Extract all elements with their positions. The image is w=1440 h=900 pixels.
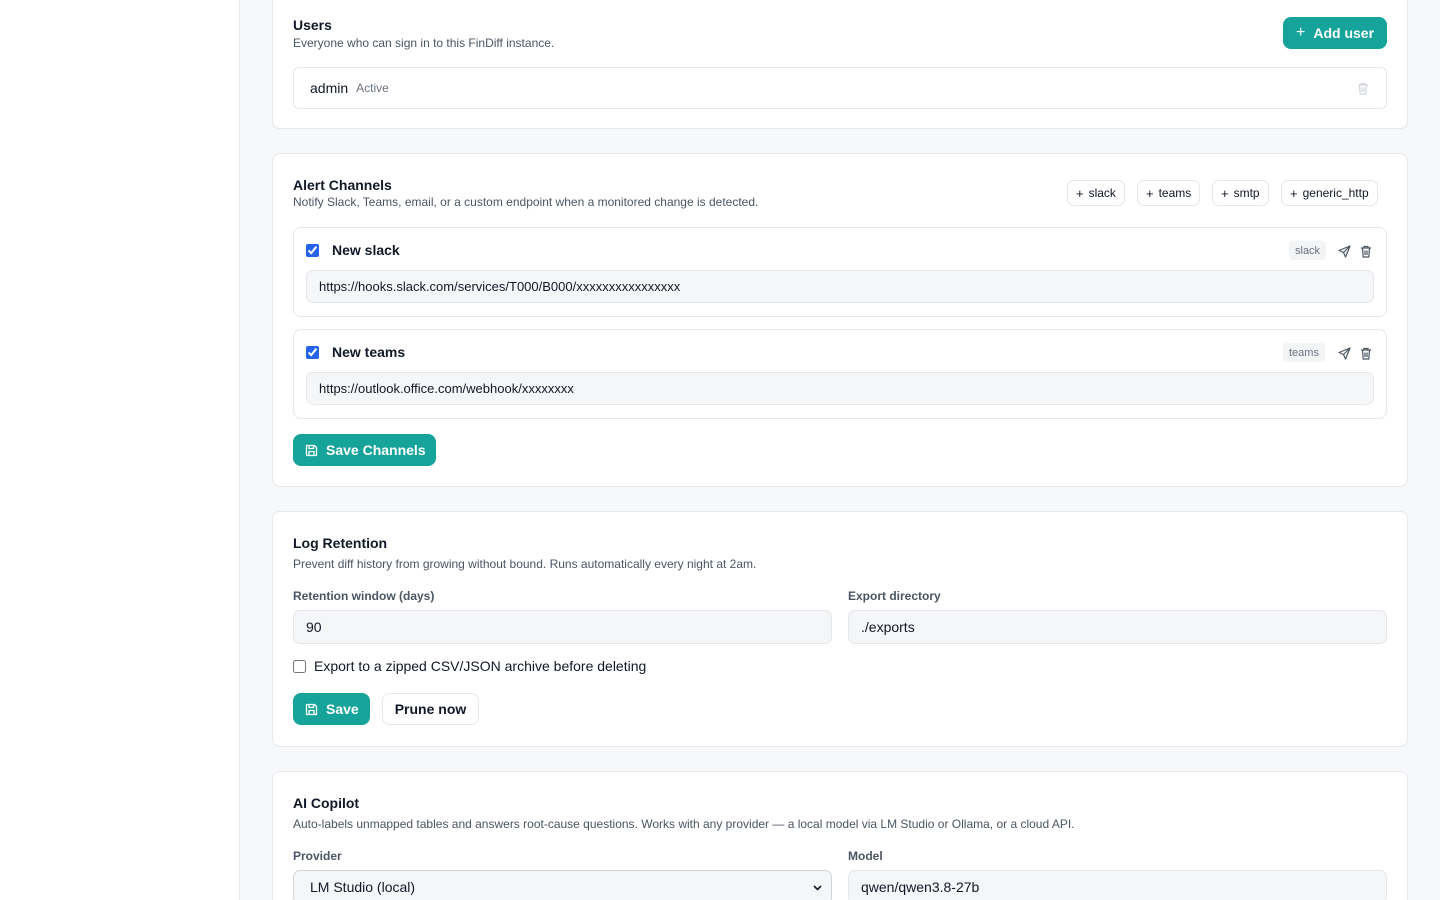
channel-name: New teams: [332, 344, 406, 360]
provider-value: LM Studio (local): [310, 879, 416, 895]
save-retention-button[interactable]: Save: [293, 693, 370, 725]
plus-icon: +: [1146, 185, 1154, 201]
save-channels-button[interactable]: Save Channels: [293, 434, 436, 466]
export-archive-label: Export to a zipped CSV/JSON archive befo…: [314, 658, 647, 674]
channel-type-badge: slack: [1289, 241, 1327, 260]
ai-copilot-card: AI Copilot Auto-labels unmapped tables a…: [272, 771, 1408, 900]
retention-window-input[interactable]: 90: [293, 610, 832, 644]
channel-enabled-checkbox[interactable]: [306, 346, 319, 359]
prune-now-label: Prune now: [394, 701, 467, 717]
add-slack-chip[interactable]: + slack: [1067, 180, 1125, 206]
plus-icon: +: [1076, 185, 1084, 201]
save-icon: [305, 703, 318, 716]
save-channels-label: Save Channels: [326, 442, 426, 458]
log-retention-title: Log Retention: [293, 535, 388, 551]
channel-type-badge: teams: [1283, 343, 1325, 362]
trash-icon[interactable]: [1359, 346, 1373, 360]
channel-card-slack: New slack slack https://hooks.slack.com/…: [293, 227, 1387, 317]
chip-label: smtp: [1233, 186, 1260, 200]
send-icon[interactable]: [1337, 244, 1351, 258]
chip-label: slack: [1088, 186, 1116, 200]
users-title: Users: [293, 17, 332, 33]
model-input[interactable]: qwen/qwen3.8-27b: [848, 870, 1387, 900]
export-directory-input[interactable]: ./exports: [848, 610, 1387, 644]
add-user-button[interactable]: + Add user: [1283, 17, 1387, 49]
prune-now-button[interactable]: Prune now: [382, 693, 479, 725]
user-status-badge: Active: [356, 81, 389, 95]
log-retention-description: Prevent diff history from growing withou…: [293, 557, 757, 571]
channel-url-input[interactable]: https://outlook.office.com/webhook/xxxxx…: [306, 372, 1374, 405]
settings-main: Users Everyone who can sign in to this F…: [240, 0, 1440, 900]
alert-channels-description: Notify Slack, Teams, email, or a custom …: [293, 195, 759, 209]
alert-channels-title: Alert Channels: [293, 177, 392, 193]
sidebar: [0, 0, 240, 900]
alert-channels-card: Alert Channels Notify Slack, Teams, emai…: [272, 153, 1408, 487]
ai-copilot-title: AI Copilot: [293, 795, 360, 811]
save-icon: [305, 444, 318, 457]
save-retention-label: Save: [326, 701, 359, 717]
plus-icon: +: [1290, 185, 1298, 201]
add-user-label: Add user: [1313, 25, 1375, 41]
export-directory-label: Export directory: [848, 589, 941, 603]
channel-url-input[interactable]: https://hooks.slack.com/services/T000/B0…: [306, 270, 1374, 303]
add-smtp-chip[interactable]: + smtp: [1212, 180, 1269, 206]
user-row: admin Active: [293, 67, 1387, 109]
add-teams-chip[interactable]: + teams: [1137, 180, 1201, 206]
add-generic-http-chip[interactable]: + generic_http: [1281, 180, 1378, 206]
chevron-down-icon: [812, 882, 823, 893]
send-icon[interactable]: [1337, 346, 1351, 360]
export-archive-checkbox[interactable]: [293, 659, 306, 673]
trash-icon[interactable]: [1359, 244, 1373, 258]
users-card: Users Everyone who can sign in to this F…: [272, 0, 1408, 129]
channel-name: New slack: [332, 242, 400, 258]
provider-label: Provider: [293, 849, 342, 863]
ai-copilot-description: Auto-labels unmapped tables and answers …: [293, 817, 1075, 831]
channel-enabled-checkbox[interactable]: [306, 244, 319, 257]
plus-icon: +: [1296, 24, 1306, 41]
trash-icon[interactable]: [1356, 81, 1370, 95]
channel-card-teams: New teams teams https://outlook.office.c…: [293, 329, 1387, 419]
model-label: Model: [848, 849, 883, 863]
plus-icon: +: [1221, 185, 1229, 201]
log-retention-card: Log Retention Prevent diff history from …: [272, 511, 1408, 747]
retention-window-label: Retention window (days): [293, 589, 435, 603]
chip-label: teams: [1158, 186, 1192, 200]
users-description: Everyone who can sign in to this FinDiff…: [293, 36, 555, 50]
chip-label: generic_http: [1302, 186, 1369, 200]
user-name: admin: [310, 80, 349, 96]
provider-select[interactable]: LM Studio (local): [293, 870, 832, 900]
export-archive-option[interactable]: Export to a zipped CSV/JSON archive befo…: [293, 658, 646, 674]
